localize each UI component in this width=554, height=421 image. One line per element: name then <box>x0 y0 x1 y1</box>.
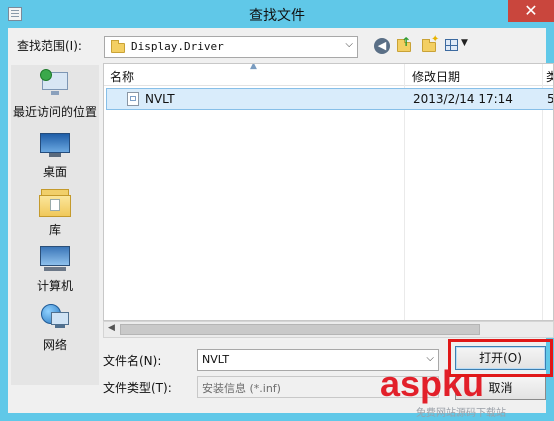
look-in-combobox[interactable]: Display.Driver ⌵ <box>104 36 358 58</box>
watermark-logo: aspku <box>380 363 485 404</box>
grid-view-icon <box>445 39 458 51</box>
filetype-label: 文件类型(T): <box>103 381 172 395</box>
place-label: 库 <box>48 223 61 237</box>
sparkle-icon: ✦ <box>431 34 440 45</box>
close-button[interactable]: ✕ <box>508 0 554 22</box>
place-network[interactable]: 网络 <box>11 302 99 353</box>
find-file-dialog: 查找文件 ✕ 查找范围(I): Display.Driver ⌵ ◀ ↑ ✦ ▼… <box>0 0 554 421</box>
place-label: 桌面 <box>42 165 67 179</box>
libraries-icon <box>39 187 71 217</box>
look-in-label: 查找范围(I): <box>17 39 82 53</box>
place-label: 最近访问的位置 <box>12 105 97 119</box>
place-computer[interactable]: 计算机 <box>11 245 99 294</box>
watermark-tagline: 免费网站源码下载站 <box>416 408 506 419</box>
place-recent[interactable]: 最近访问的位置 <box>11 69 99 120</box>
column-type[interactable]: 类 <box>546 68 553 85</box>
file-name: NVLT <box>145 92 175 106</box>
sort-ascending-icon: ▲ <box>250 63 257 71</box>
back-icon[interactable]: ◀ <box>374 38 390 54</box>
recent-places-icon <box>40 69 70 99</box>
scroll-thumb[interactable] <box>120 324 480 335</box>
filename-value: NVLT <box>202 353 230 366</box>
chevron-down-icon: ⌵ <box>345 39 353 50</box>
view-menu-icon[interactable]: ▼ <box>445 38 471 54</box>
watermark: aspku 免费网站源码下载站 <box>380 364 554 421</box>
place-desktop[interactable]: 桌面 <box>11 131 99 180</box>
inf-file-icon <box>127 92 139 106</box>
horizontal-scrollbar[interactable]: ◀ <box>103 321 554 338</box>
place-label: 计算机 <box>36 279 73 293</box>
dialog-title: 查找文件 <box>249 8 305 24</box>
place-label: 网络 <box>42 338 67 352</box>
up-arrow-icon: ↑ <box>401 35 412 49</box>
up-folder-icon[interactable]: ↑ <box>397 35 413 53</box>
caret-down-icon: ▼ <box>461 38 468 48</box>
filename-label: 文件名(N): <box>103 354 162 368</box>
file-type: 5 <box>547 92 554 106</box>
column-header-row: 名称 ▲ 修改日期 类 <box>104 63 553 86</box>
column-name[interactable]: 名称 <box>110 68 134 85</box>
desktop-icon <box>40 131 70 159</box>
network-icon <box>39 302 71 332</box>
title-bar: 查找文件 ✕ <box>0 0 554 28</box>
new-folder-icon[interactable]: ✦ <box>422 34 440 53</box>
file-row[interactable]: NVLT 2013/2/14 17:14 5 <box>106 88 554 110</box>
computer-icon <box>39 245 71 273</box>
scroll-left-icon[interactable]: ◀ <box>108 323 115 333</box>
column-date-modified[interactable]: 修改日期 <box>412 68 460 85</box>
file-list[interactable]: 名称 ▲ 修改日期 类 NVLT 2013/2/14 17:14 5 <box>103 63 554 321</box>
folder-icon <box>111 40 125 53</box>
filetype-value: 安装信息 (*.inf) <box>202 382 281 395</box>
place-libraries[interactable]: 库 <box>11 187 99 238</box>
look-in-value: Display.Driver <box>131 40 224 53</box>
file-date: 2013/2/14 17:14 <box>413 92 513 106</box>
places-bar: 最近访问的位置 桌面 库 计算机 网络 <box>11 65 99 385</box>
